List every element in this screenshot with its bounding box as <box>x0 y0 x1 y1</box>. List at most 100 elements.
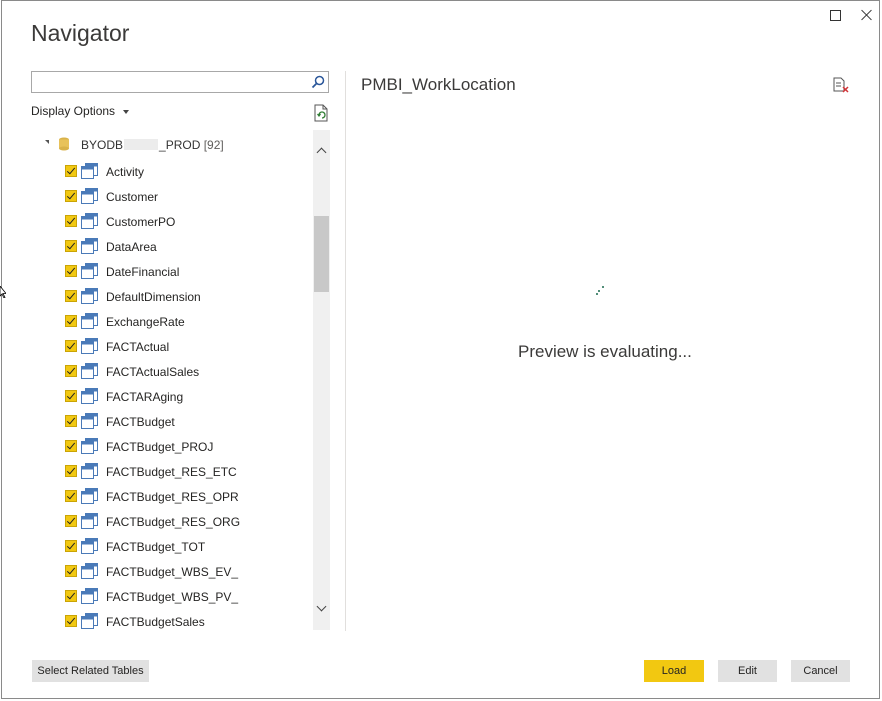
maximize-button[interactable] <box>828 7 844 23</box>
chevron-down-icon <box>123 109 130 114</box>
preview-status-text: Preview is evaluating... <box>518 342 692 361</box>
close-button[interactable] <box>859 7 875 23</box>
table-icon <box>81 238 98 254</box>
tree-item-label: FACTBudget_PROJ <box>106 440 214 454</box>
expand-triangle-icon[interactable] <box>45 140 49 144</box>
table-icon <box>81 288 98 304</box>
tree-item-label: FACTBudgetSales <box>106 615 205 629</box>
tree-item-label: FACTBudget_RES_ORG <box>106 515 241 529</box>
tree-item[interactable]: FACTBudget_TOT <box>31 537 313 559</box>
item-checkbox[interactable] <box>65 440 77 452</box>
table-icon <box>81 613 98 629</box>
item-checkbox[interactable] <box>65 365 77 377</box>
tree-item-label: FACTBudget <box>106 415 175 429</box>
database-icon <box>59 137 69 151</box>
item-checkbox[interactable] <box>65 215 77 227</box>
tree-item[interactable]: FACTBudget_RES_ETC <box>31 462 313 484</box>
item-checkbox[interactable] <box>65 615 77 627</box>
tree-item-label: FACTBudget_WBS_PV_ <box>106 590 239 604</box>
tree-item-label: FACTARAging <box>106 390 184 404</box>
display-options-dropdown[interactable]: Display Options <box>31 104 130 118</box>
tree-item[interactable]: FACTBudget_WBS_EV_ <box>31 562 313 584</box>
tree-item[interactable]: FACTActual <box>31 337 313 359</box>
cancel-button[interactable]: Cancel <box>791 660 850 682</box>
table-icon <box>81 488 98 504</box>
item-checkbox[interactable] <box>65 290 77 302</box>
table-icon <box>81 363 98 379</box>
table-icon <box>81 563 98 579</box>
item-checkbox[interactable] <box>65 190 77 202</box>
table-icon <box>81 588 98 604</box>
item-checkbox[interactable] <box>65 565 77 577</box>
root-name-prefix: BYODB <box>81 138 124 152</box>
redacted-block <box>124 139 159 150</box>
item-checkbox[interactable] <box>65 540 77 552</box>
select-related-tables-button[interactable]: Select Related Tables <box>32 660 149 682</box>
item-checkbox[interactable] <box>65 315 77 327</box>
item-checkbox[interactable] <box>65 415 77 427</box>
tree-scrollbar[interactable] <box>313 130 330 630</box>
tree-item[interactable]: CustomerPO <box>31 212 313 234</box>
search-input[interactable] <box>36 73 306 91</box>
tree-root-label[interactable]: BYODB _PROD [92] <box>81 138 224 152</box>
root-name-suffix: _PROD <box>159 138 201 152</box>
tree-item-label: DataArea <box>106 240 157 254</box>
table-icon <box>81 263 98 279</box>
edit-button[interactable]: Edit <box>718 660 777 682</box>
tree-item[interactable]: FACTBudget_RES_ORG <box>31 512 313 534</box>
tree-item[interactable]: FACTActualSales <box>31 362 313 384</box>
tree-item[interactable]: Activity <box>31 162 313 184</box>
root-item-count: [92] <box>203 138 224 152</box>
loading-spinner-icon <box>594 286 606 298</box>
table-icon <box>81 213 98 229</box>
table-icon <box>81 538 98 554</box>
table-icon <box>81 413 98 429</box>
table-icon <box>81 338 98 354</box>
item-checkbox[interactable] <box>65 165 77 177</box>
display-options-label: Display Options <box>31 104 116 118</box>
tree-item-label: FACTBudget_WBS_EV_ <box>106 565 239 579</box>
load-button[interactable]: Load <box>644 660 704 682</box>
item-checkbox[interactable] <box>65 490 77 502</box>
tree-item[interactable]: FACTBudget_RES_OPR <box>31 487 313 509</box>
tree-item-label: DefaultDimension <box>106 290 201 304</box>
table-icon <box>81 438 98 454</box>
tree-item-label: DateFinancial <box>106 265 180 279</box>
tree-item[interactable]: FACTARAging <box>31 387 313 409</box>
tree-item-label: CustomerPO <box>106 215 176 229</box>
tree-item[interactable]: DateFinancial <box>31 262 313 284</box>
pane-divider <box>345 71 346 631</box>
item-checkbox[interactable] <box>65 515 77 527</box>
tree-item-label: FACTBudget_RES_ETC <box>106 465 237 479</box>
item-checkbox[interactable] <box>65 240 77 252</box>
scroll-up-icon[interactable] <box>313 142 330 159</box>
search-icon[interactable] <box>311 75 325 89</box>
tree-item[interactable]: DataArea <box>31 237 313 259</box>
item-checkbox[interactable] <box>65 465 77 477</box>
item-checkbox[interactable] <box>65 390 77 402</box>
table-icon <box>81 188 98 204</box>
tree-item-label: ExchangeRate <box>106 315 185 329</box>
tree-item[interactable]: DefaultDimension <box>31 287 313 309</box>
scroll-down-icon[interactable] <box>313 600 330 617</box>
tree-item-label: FACTBudget_TOT <box>106 540 206 554</box>
scroll-thumb[interactable] <box>314 216 329 292</box>
navigator-tree: BYODB _PROD [92] Activity Customer Customer… <box>31 130 329 630</box>
table-icon <box>81 463 98 479</box>
tree-item[interactable]: FACTBudgetSales <box>31 612 313 630</box>
search-box[interactable] <box>31 71 329 93</box>
tree-item[interactable]: Customer <box>31 187 313 209</box>
export-preview-icon[interactable] <box>832 76 850 94</box>
tree-item[interactable]: FACTBudget <box>31 412 313 434</box>
tree-item[interactable]: FACTBudget_PROJ <box>31 437 313 459</box>
item-checkbox[interactable] <box>65 265 77 277</box>
refresh-icon[interactable] <box>313 104 329 122</box>
tree-item[interactable]: ExchangeRate <box>31 312 313 334</box>
item-checkbox[interactable] <box>65 340 77 352</box>
mouse-cursor-icon <box>0 286 6 298</box>
item-checkbox[interactable] <box>65 590 77 602</box>
dialog-title: Navigator <box>31 20 130 46</box>
table-icon <box>81 313 98 329</box>
tree-item[interactable]: FACTBudget_WBS_PV_ <box>31 587 313 609</box>
tree-item-label: FACTBudget_RES_OPR <box>106 490 239 504</box>
